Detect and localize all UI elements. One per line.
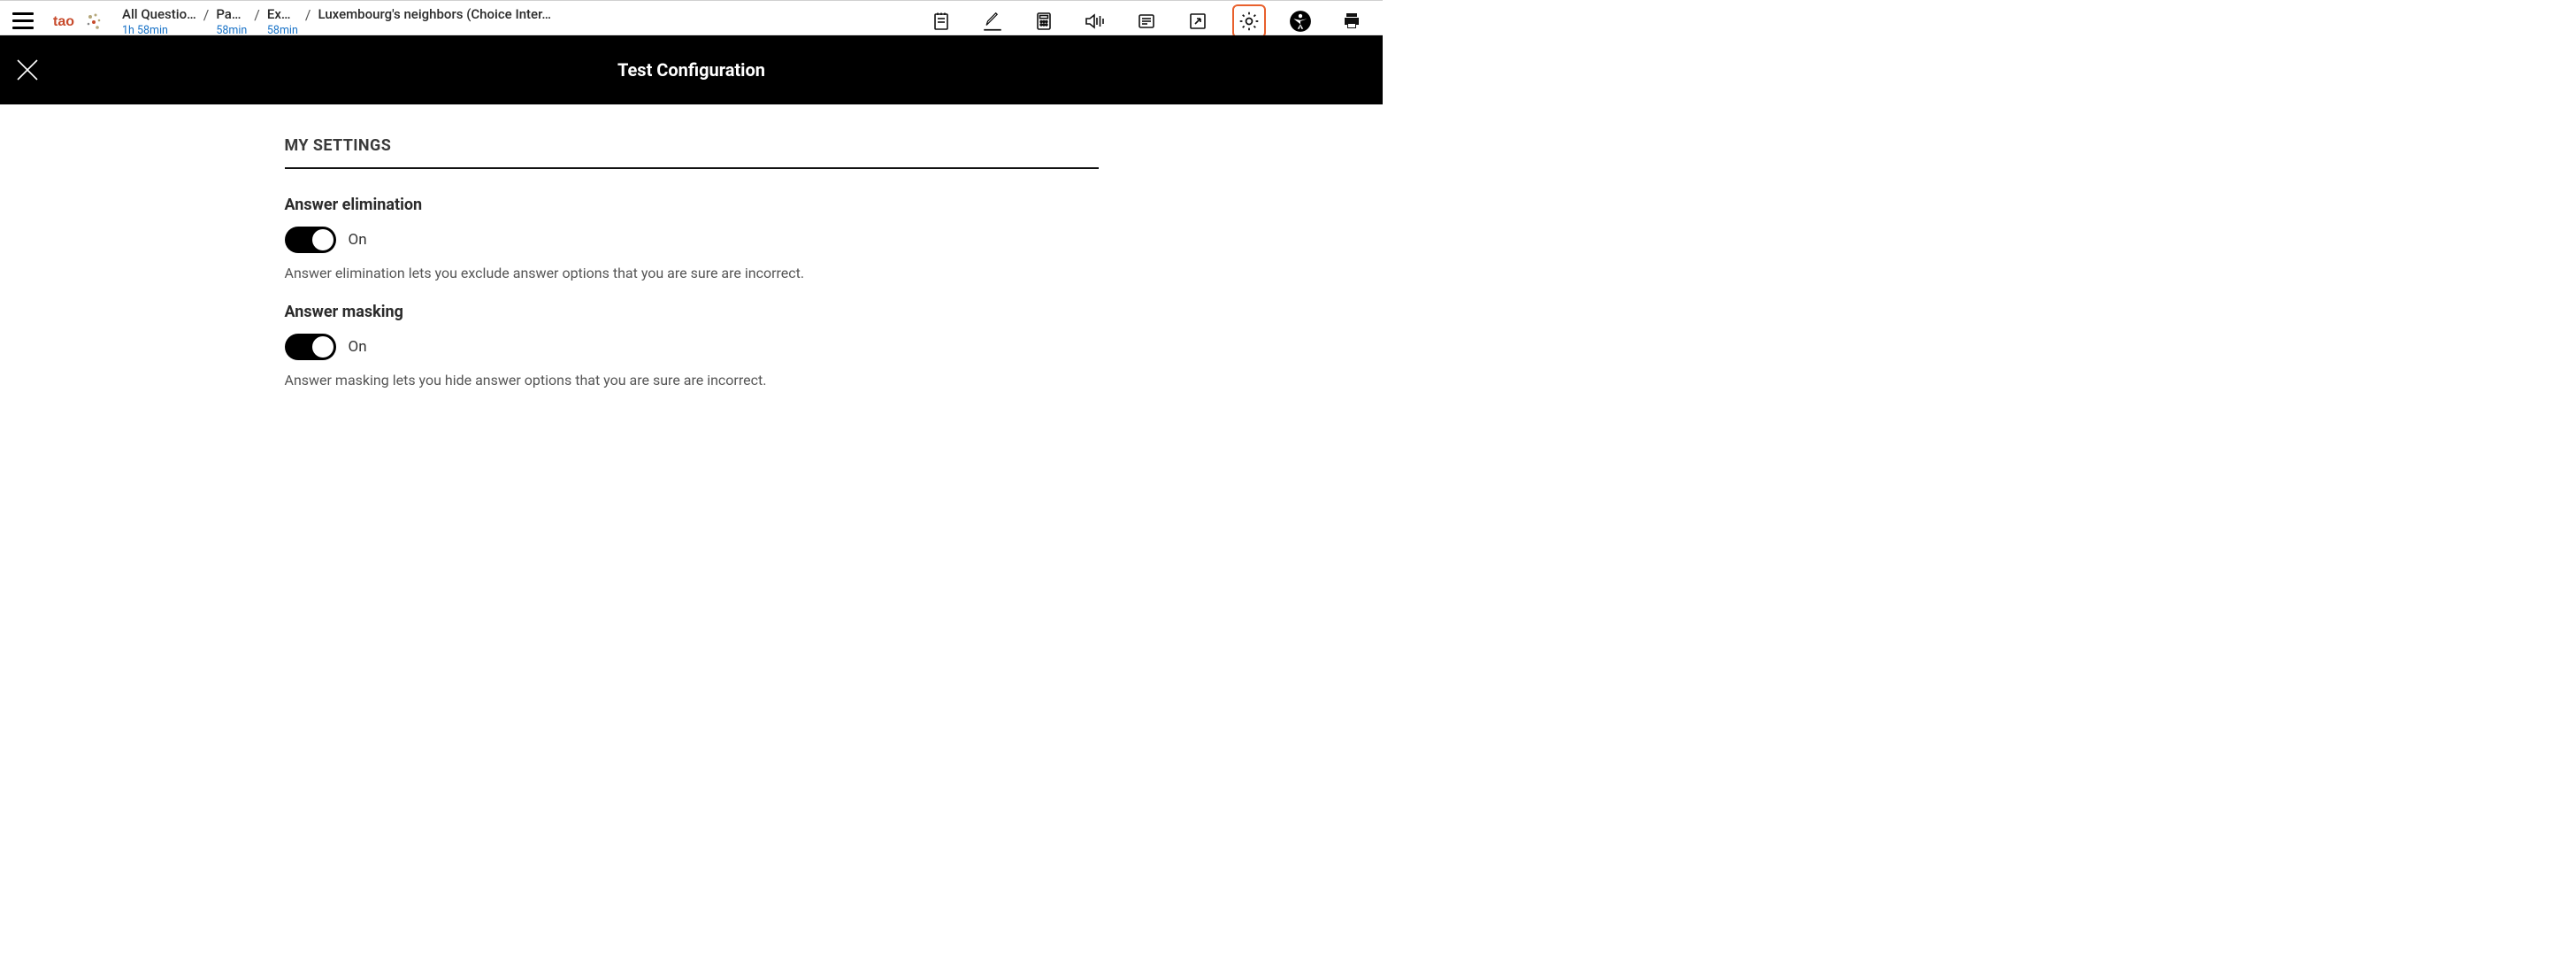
print-icon[interactable]: [1338, 8, 1365, 35]
breadcrumb-item-current: Luxembourg's neighbors (Choice Inter…: [318, 6, 551, 22]
setting-description: Answer elimination lets you exclude answ…: [285, 264, 1099, 283]
breadcrumb-label: All Questio…: [122, 6, 196, 22]
toggle-answer-elimination[interactable]: [285, 227, 336, 253]
setting-title: Answer masking: [285, 303, 1099, 321]
top-bar: tao All Questio… 1h 58min / Pa… 58min / …: [0, 0, 1383, 35]
expand-icon[interactable]: [1184, 8, 1211, 35]
breadcrumb-label: Pa…: [216, 6, 247, 22]
divider: [285, 167, 1099, 169]
setting-answer-elimination: Answer elimination On Answer elimination…: [285, 196, 1099, 283]
svg-text:tao: tao: [53, 14, 74, 29]
breadcrumb-label: Ex…: [267, 6, 298, 22]
breadcrumb: All Questio… 1h 58min / Pa… 58min / Ex… …: [122, 6, 551, 37]
volume-icon[interactable]: [1082, 8, 1108, 35]
setting-title: Answer elimination: [285, 196, 1099, 214]
breadcrumb-label: Luxembourg's neighbors (Choice Inter…: [318, 6, 551, 22]
toggle-state-label: On: [349, 338, 367, 356]
highlighter-icon[interactable]: [979, 8, 1006, 35]
close-icon[interactable]: [14, 57, 41, 83]
settings-content: MY SETTINGS Answer elimination On Answer…: [276, 136, 1108, 391]
document-icon[interactable]: [1133, 8, 1160, 35]
tao-logo: tao: [53, 10, 103, 33]
toggle-state-label: On: [349, 231, 367, 249]
breadcrumb-separator: /: [202, 6, 211, 24]
breadcrumb-item[interactable]: Ex… 58min: [267, 6, 298, 37]
breadcrumb-separator: /: [303, 6, 313, 24]
menu-button[interactable]: [12, 8, 37, 33]
breadcrumb-separator: /: [252, 6, 262, 24]
section-heading: MY SETTINGS: [285, 136, 1099, 155]
calculator-icon[interactable]: [1031, 8, 1057, 35]
panel-title: Test Configuration: [617, 59, 765, 81]
breadcrumb-item[interactable]: All Questio… 1h 58min: [122, 6, 196, 37]
setting-description: Answer masking lets you hide answer opti…: [285, 371, 1099, 390]
accessibility-icon[interactable]: [1287, 8, 1314, 35]
notepad-icon[interactable]: [928, 8, 954, 35]
breadcrumb-item[interactable]: Pa… 58min: [216, 6, 247, 37]
toggle-answer-masking[interactable]: [285, 334, 336, 360]
panel-header: Test Configuration: [0, 35, 1383, 104]
setting-answer-masking: Answer masking On Answer masking lets yo…: [285, 303, 1099, 390]
toolbar: [928, 8, 1370, 35]
gear-icon[interactable]: [1236, 8, 1262, 35]
